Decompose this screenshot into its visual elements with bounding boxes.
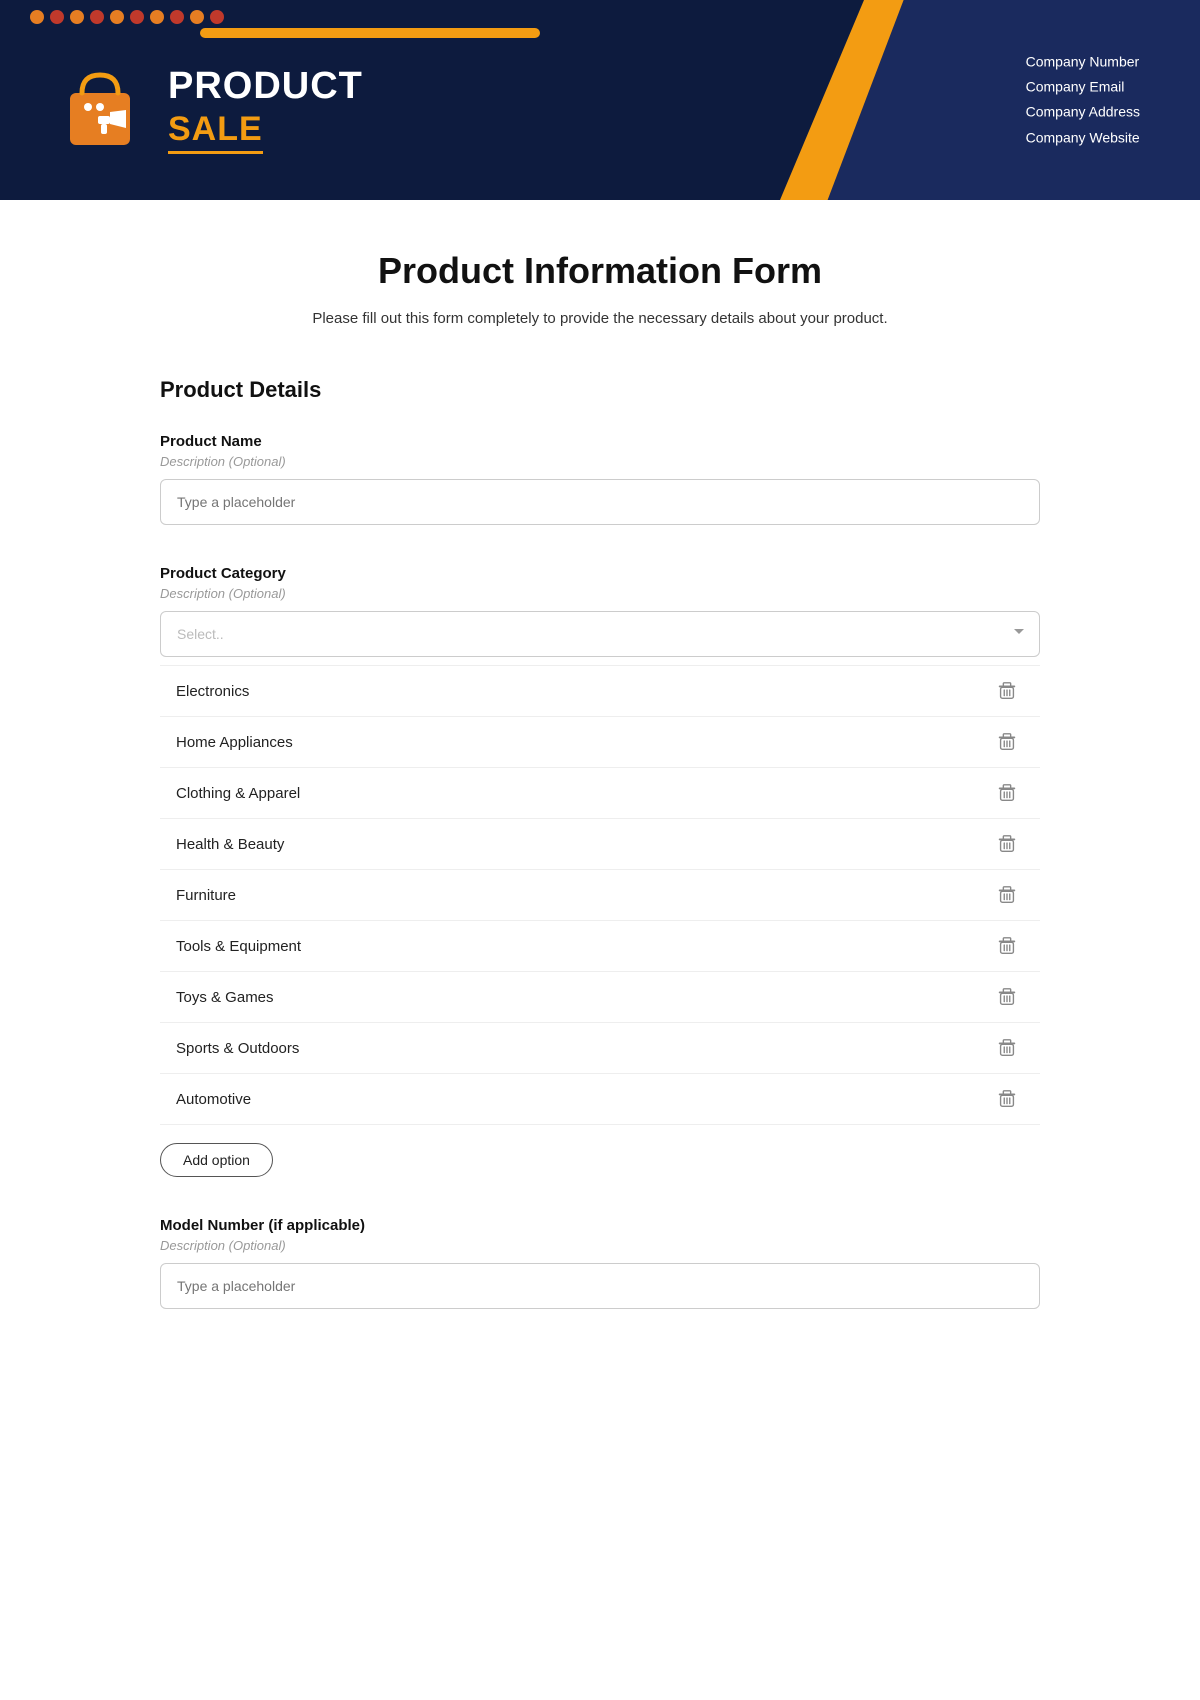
option-item: Electronics (160, 665, 1040, 717)
company-number: Company Number (1026, 50, 1140, 75)
option-label: Furniture (176, 887, 236, 904)
model-number-description: Description (Optional) (160, 1238, 1040, 1253)
category-select-placeholder: Select.. (177, 626, 224, 642)
option-label: Automotive (176, 1091, 251, 1108)
add-option-label: Add option (183, 1152, 250, 1168)
company-address: Company Address (1026, 100, 1140, 125)
logo-area: PRODUCT SALE (60, 65, 363, 155)
product-category-field: Product Category Description (Optional) … (160, 565, 1040, 1177)
company-info: Company Number Company Email Company Add… (1026, 50, 1140, 151)
delete-option-button[interactable] (990, 780, 1024, 806)
delete-option-button[interactable] (990, 882, 1024, 908)
header-dots (30, 10, 224, 24)
option-label: Health & Beauty (176, 836, 284, 853)
option-item: Sports & Outdoors (160, 1023, 1040, 1074)
option-label: Toys & Games (176, 989, 274, 1006)
page-title: Product Information Form (160, 250, 1040, 292)
category-select-wrapper: Select.. (160, 611, 1040, 657)
delete-option-button[interactable] (990, 678, 1024, 704)
option-item: Tools & Equipment (160, 921, 1040, 972)
company-email: Company Email (1026, 75, 1140, 100)
section-title: Product Details (160, 377, 1040, 403)
add-option-button[interactable]: Add option (160, 1143, 273, 1177)
model-number-input[interactable] (160, 1263, 1040, 1309)
product-name-label: Product Name (160, 433, 1040, 450)
option-label: Tools & Equipment (176, 938, 301, 955)
delete-option-button[interactable] (990, 984, 1024, 1010)
main-content: Product Information Form Please fill out… (120, 200, 1080, 1409)
delete-option-button[interactable] (990, 1086, 1024, 1112)
delete-option-button[interactable] (990, 831, 1024, 857)
delete-option-button[interactable] (990, 729, 1024, 755)
product-name-description: Description (Optional) (160, 454, 1040, 469)
logo-icon (60, 65, 150, 155)
option-item: Clothing & Apparel (160, 768, 1040, 819)
option-item: Health & Beauty (160, 819, 1040, 870)
product-category-label: Product Category (160, 565, 1040, 582)
option-item: Toys & Games (160, 972, 1040, 1023)
model-number-field: Model Number (if applicable) Description… (160, 1217, 1040, 1309)
option-label: Sports & Outdoors (176, 1040, 299, 1057)
delete-option-button[interactable] (990, 1035, 1024, 1061)
option-label: Clothing & Apparel (176, 785, 300, 802)
option-label: Electronics (176, 683, 249, 700)
logo-text: PRODUCT SALE (168, 66, 363, 153)
header-bar (200, 28, 540, 38)
company-website: Company Website (1026, 125, 1140, 150)
option-item: Automotive (160, 1074, 1040, 1125)
model-number-label: Model Number (if applicable) (160, 1217, 1040, 1234)
product-category-description: Description (Optional) (160, 586, 1040, 601)
product-name-field: Product Name Description (Optional) (160, 433, 1040, 525)
product-name-input[interactable] (160, 479, 1040, 525)
option-item: Home Appliances (160, 717, 1040, 768)
option-label: Home Appliances (176, 734, 293, 751)
page-description: Please fill out this form completely to … (160, 310, 1040, 327)
page-header: PRODUCT SALE Company Number Company Emai… (0, 0, 1200, 200)
delete-option-button[interactable] (990, 933, 1024, 959)
option-item: Furniture (160, 870, 1040, 921)
category-select[interactable]: Select.. (160, 611, 1040, 657)
category-option-list: Electronics Home Appliances Clothing & A… (160, 665, 1040, 1125)
